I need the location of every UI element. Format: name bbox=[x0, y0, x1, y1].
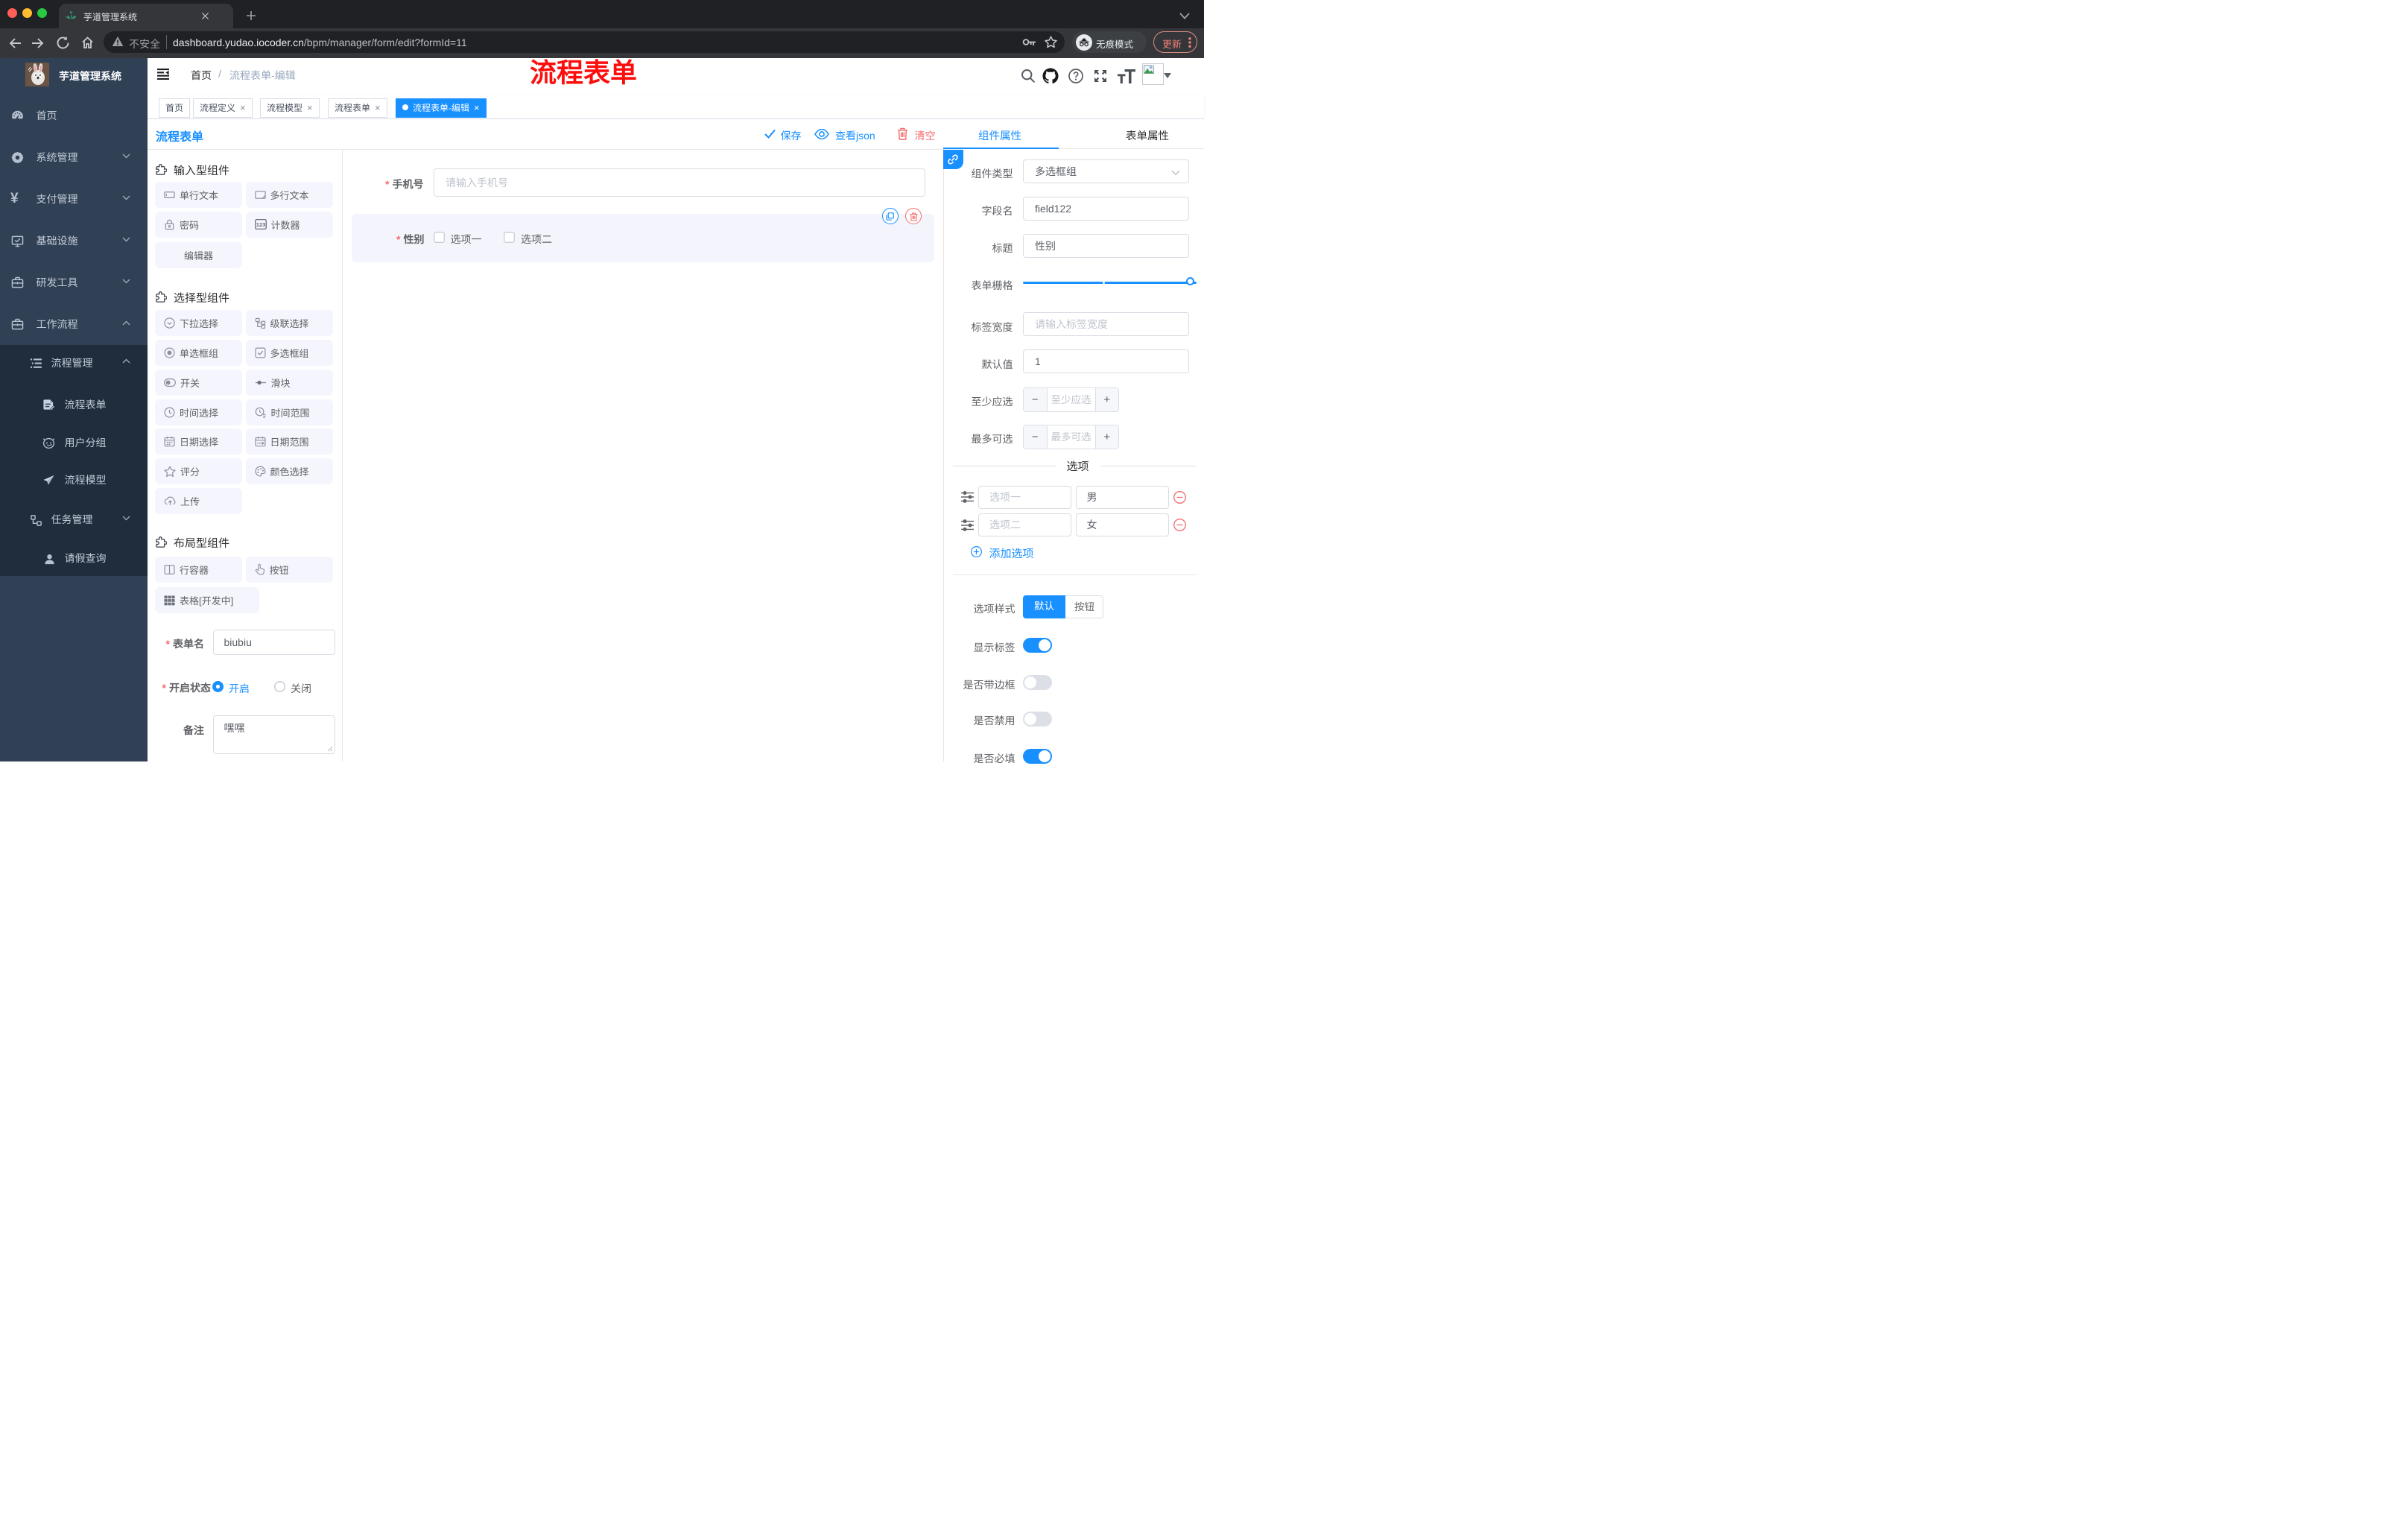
svg-text:123: 123 bbox=[256, 221, 265, 228]
